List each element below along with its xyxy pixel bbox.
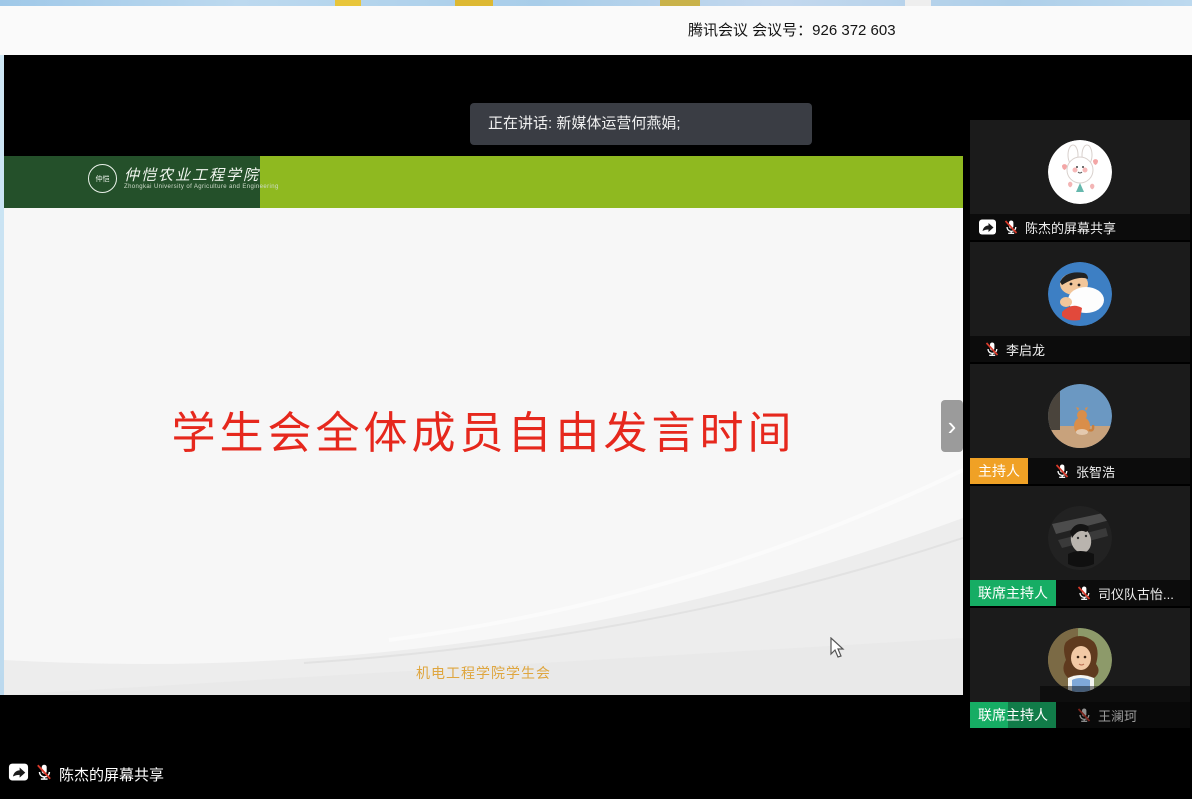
university-name-cn: 仲恺农业工程学院 — [124, 166, 261, 184]
participants-sidebar: 陈杰的屏幕共享 李启龙 主持人 张智浩 联席主持人 司仪队古怡... 联席主持人… — [970, 120, 1190, 783]
participant-tile-wanglanke[interactable]: 联席主持人 王澜珂 — [970, 608, 1190, 728]
meeting-number-label: 腾讯会议 会议号：926 372 603 — [688, 22, 896, 39]
avatar — [1048, 140, 1112, 204]
seal-mark: 仲恺 — [95, 175, 110, 183]
participant-label-bar: 陈杰的屏幕共享 — [970, 214, 1190, 240]
participant-label-bar: 李启龙 — [970, 336, 1190, 362]
avatar — [1048, 384, 1112, 448]
participant-label-bar: 主持人 张智浩 — [970, 458, 1190, 484]
screen-share-icon — [8, 763, 29, 785]
mic-muted-icon — [1076, 585, 1092, 601]
speaking-toast: 正在讲话: 新媒体运营何燕娟; — [470, 103, 812, 145]
mouse-cursor-icon — [830, 637, 845, 658]
avatar — [1048, 628, 1112, 692]
avatar — [1048, 262, 1112, 326]
participant-label-bar: 联席主持人 司仪队古怡... — [970, 580, 1190, 606]
mic-muted-icon — [1076, 707, 1092, 723]
mic-muted-icon — [984, 341, 1000, 357]
university-name-en: Zhongkai University of Agriculture and E… — [124, 184, 279, 190]
avatar — [1048, 506, 1112, 570]
next-page-chevron-button[interactable]: › — [941, 400, 963, 452]
meeting-title-bar[interactable]: 腾讯会议 会议号：926 372 603 — [0, 6, 1192, 55]
participant-name: 张智浩 — [1076, 464, 1116, 480]
slide-header-light-band — [260, 156, 963, 208]
presentation-slide: 学生会全体成员自由发言时间 机电工程学院学生会 — [4, 208, 963, 695]
slide-header: 仲恺 仲恺农业工程学院 Zhongkai University of Agric… — [4, 156, 963, 208]
university-logo: 仲恺 仲恺农业工程学院 Zhongkai University of Agric… — [88, 164, 279, 193]
chevron-right-icon: › — [947, 410, 957, 441]
slide-footer: 机电工程学院学生会 — [416, 665, 551, 681]
participant-tile-siyidui-guyi[interactable]: 联席主持人 司仪队古怡... — [970, 486, 1190, 606]
university-seal-icon: 仲恺 — [88, 164, 117, 193]
participant-name: 李启龙 — [1006, 342, 1046, 358]
mic-muted-icon — [1054, 463, 1070, 479]
host-badge: 主持人 — [970, 458, 1028, 484]
mic-muted-icon — [1003, 219, 1019, 235]
participant-tile-chenjie-share[interactable]: 陈杰的屏幕共享 — [970, 120, 1190, 240]
participant-name: 陈杰的屏幕共享 — [1025, 220, 1117, 236]
mic-muted-icon — [35, 763, 53, 785]
shared-screen-stage: 正在讲话: 新媒体运营何燕娟; 仲恺 仲恺农业工程学院 Zhongkai Uni… — [0, 55, 1192, 799]
participant-label-bar: 联席主持人 王澜珂 — [970, 702, 1190, 728]
participant-name: 司仪队古怡... — [1098, 586, 1174, 602]
cohost-badge: 联席主持人 — [970, 702, 1056, 728]
meeting-window: 腾讯会议 会议号：926 372 603 正在讲话: 新媒体运营何燕娟; 仲恺 … — [0, 0, 1192, 799]
participant-tile-zhangzhihao[interactable]: 主持人 张智浩 — [970, 364, 1190, 484]
cohost-badge: 联席主持人 — [970, 580, 1056, 606]
slide-title: 学生会全体成员自由发言时间 — [171, 408, 796, 459]
speaking-toast-text: 正在讲话: 新媒体运营何燕娟; — [488, 115, 681, 132]
screen-share-banner: 陈杰的屏幕共享 — [8, 763, 164, 785]
participant-name: 王澜珂 — [1098, 708, 1138, 724]
share-banner-text: 陈杰的屏幕共享 — [59, 766, 165, 784]
participant-tile-liqilong[interactable]: 李启龙 — [970, 242, 1190, 362]
screen-share-icon — [978, 219, 997, 235]
